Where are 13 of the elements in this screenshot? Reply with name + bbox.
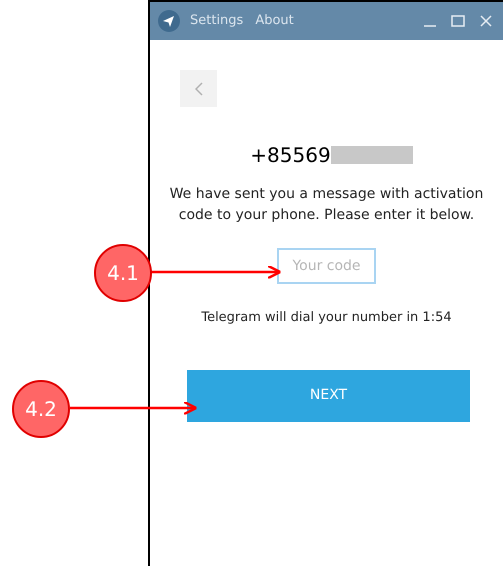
menu-item[interactable]: About (255, 11, 294, 31)
next-button[interactable]: NEXT (187, 370, 470, 422)
dial-notice: Telegram will dial your number in 1:54 (201, 309, 452, 327)
paper-plane-icon (158, 10, 180, 32)
callout-badge: 4.1 (94, 244, 152, 302)
phone-number: +85569 (250, 142, 331, 169)
instruction-text: We have sent you a message with activation code to your phone. Please enter it below. (168, 185, 484, 225)
close-icon[interactable] (479, 14, 493, 28)
chevron-left-icon (194, 82, 202, 96)
menu-item[interactable]: Settings (190, 11, 244, 31)
code-field[interactable]: Your code (277, 248, 376, 284)
callout-badge: 4.2 (12, 380, 70, 438)
maximize-icon[interactable] (451, 14, 465, 28)
